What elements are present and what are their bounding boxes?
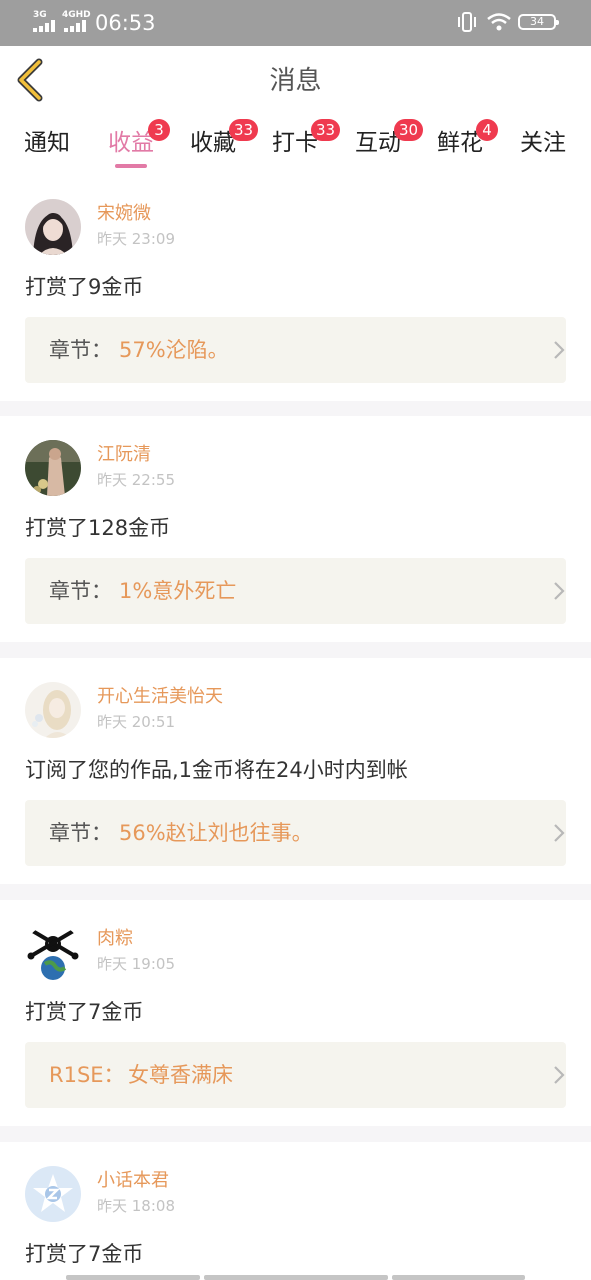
tab-interaction[interactable]: 互动 30 xyxy=(343,119,424,172)
chapter-label: 章节： xyxy=(49,338,112,362)
tab-label: 通知 xyxy=(24,130,70,156)
scroll-indicator xyxy=(204,1275,388,1280)
page-title: 消息 xyxy=(269,66,322,96)
chapter-link[interactable]: 章节： 1%意外死亡 xyxy=(25,558,566,624)
message-item: 宋婉微 昨天 23:09 打赏了9金币 章节： 57%沦陷。 xyxy=(0,175,591,401)
chapter-title: 女尊香满床 xyxy=(128,1063,233,1087)
chapter-label: 章节： xyxy=(49,821,112,845)
network-type-2: 4GHD xyxy=(62,10,91,20)
chapter-title: 57%沦陷。 xyxy=(119,338,229,362)
wifi-icon xyxy=(487,13,511,31)
avatar[interactable] xyxy=(25,199,81,255)
tab-checkin[interactable]: 打卡 33 xyxy=(260,119,341,172)
battery-indicator: 34 xyxy=(518,14,559,30)
scroll-indicator xyxy=(66,1275,200,1280)
chapter-link[interactable]: 章节： 56%赵让刘也往事。 xyxy=(25,800,566,866)
avatar[interactable] xyxy=(25,682,81,738)
message-time: 昨天 23:09 xyxy=(97,230,175,248)
chapter-link[interactable]: 章节： 57%沦陷。 xyxy=(25,317,566,383)
user-name[interactable]: 开心生活美怡天 xyxy=(97,686,223,708)
tab-notifications[interactable]: 通知 xyxy=(12,128,82,172)
chevron-right-icon xyxy=(554,341,565,359)
chapter-label: 章节： xyxy=(49,579,112,603)
nav-bar: 消息 xyxy=(0,46,591,118)
avatar[interactable] xyxy=(25,924,81,980)
unread-badge: 30 xyxy=(394,119,424,141)
message-item: 开心生活美怡天 昨天 20:51 订阅了您的作品,1金币将在24小时内到帐 章节… xyxy=(0,658,591,884)
vibrate-icon xyxy=(458,12,476,32)
clock: 06:53 xyxy=(95,11,156,35)
unread-badge: 4 xyxy=(476,119,498,141)
message-item: 小话本君 昨天 18:08 打赏了7金币 xyxy=(0,1142,591,1280)
message-time: 昨天 19:05 xyxy=(97,955,175,973)
user-name[interactable]: 肉粽 xyxy=(97,928,133,950)
message-item: 肉粽 昨天 19:05 打赏了7金币 R1SE： 女尊香满床 xyxy=(0,900,591,1126)
message-text: 打赏了9金币 xyxy=(25,275,144,299)
tab-bar: 通知 收益 3 收藏 33 打卡 33 互动 30 鲜花 4 关注 xyxy=(0,118,591,180)
tab-following[interactable]: 关注 xyxy=(508,128,578,172)
message-text: 订阅了您的作品,1金币将在24小时内到帐 xyxy=(25,758,408,782)
scroll-indicator xyxy=(392,1275,525,1280)
signal-icon xyxy=(33,20,57,32)
active-tab-indicator xyxy=(115,164,147,168)
chevron-right-icon xyxy=(554,824,565,842)
status-bar: 3G 4GHD 06:53 34 xyxy=(0,0,591,46)
user-name[interactable]: 江阮清 xyxy=(97,444,151,466)
tab-label: 关注 xyxy=(520,130,566,156)
message-time: 昨天 18:08 xyxy=(97,1197,175,1215)
chevron-right-icon xyxy=(554,1066,565,1084)
battery-level: 34 xyxy=(530,15,544,28)
chapter-title: 1%意外死亡 xyxy=(119,579,237,603)
chevron-right-icon xyxy=(554,582,565,600)
network-type-1: 3G xyxy=(33,10,47,20)
message-time: 昨天 20:51 xyxy=(97,713,175,731)
tab-earnings[interactable]: 收益 3 xyxy=(96,119,170,172)
chapter-label: R1SE： xyxy=(49,1063,125,1087)
avatar[interactable] xyxy=(25,440,81,496)
message-time: 昨天 22:55 xyxy=(97,471,175,489)
message-text: 打赏了7金币 xyxy=(25,1000,144,1024)
tab-label: 收益 xyxy=(108,130,154,156)
unread-badge: 33 xyxy=(311,119,341,141)
unread-badge: 33 xyxy=(229,119,259,141)
chapter-link[interactable]: R1SE： 女尊香满床 xyxy=(25,1042,566,1108)
message-text: 打赏了128金币 xyxy=(25,516,171,540)
chapter-title: 56%赵让刘也往事。 xyxy=(119,821,313,845)
avatar[interactable] xyxy=(25,1166,81,1222)
message-text: 打赏了7金币 xyxy=(25,1242,144,1266)
unread-badge: 3 xyxy=(148,119,170,141)
message-item: 江阮清 昨天 22:55 打赏了128金币 章节： 1%意外死亡 xyxy=(0,416,591,642)
user-name[interactable]: 宋婉微 xyxy=(97,203,151,225)
user-name[interactable]: 小话本君 xyxy=(97,1170,169,1192)
tab-favorites[interactable]: 收藏 33 xyxy=(178,119,259,172)
signal-icon-2 xyxy=(64,20,88,32)
tab-flowers[interactable]: 鲜花 4 xyxy=(425,119,498,172)
